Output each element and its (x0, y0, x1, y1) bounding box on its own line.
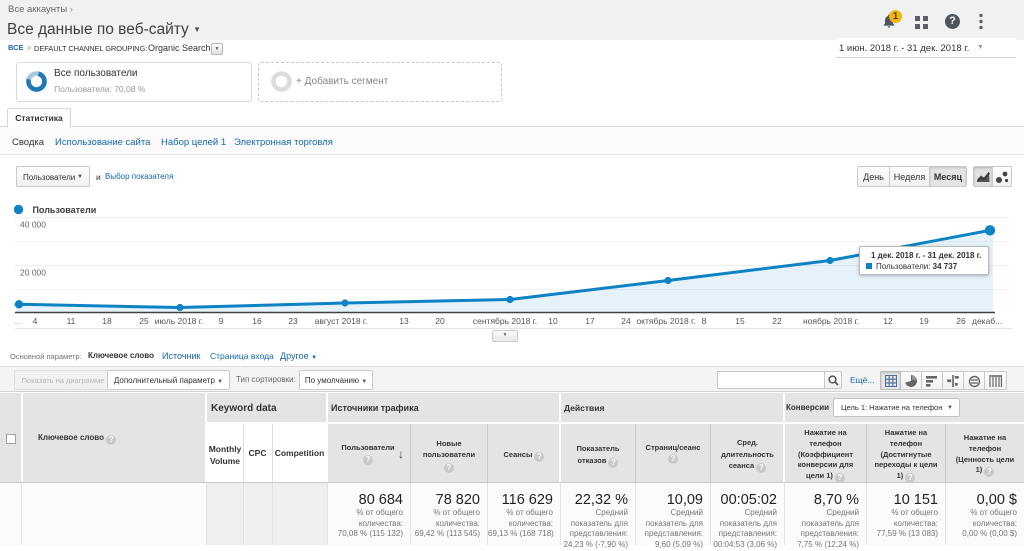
svg-text:октябрь 2018 г.: октябрь 2018 г. (636, 316, 695, 326)
svg-text:23: 23 (288, 316, 298, 326)
svg-text:20 000: 20 000 (20, 268, 46, 278)
svg-text:декаб...: декаб... (972, 316, 1002, 326)
svg-text:сентябрь 2018 г.: сентябрь 2018 г. (473, 316, 537, 326)
svg-text:8: 8 (702, 316, 707, 326)
svg-text:...: ... (14, 316, 21, 326)
svg-text:19: 19 (919, 316, 929, 326)
svg-text:август 2018 г.: август 2018 г. (315, 316, 368, 326)
svg-text:26: 26 (956, 316, 966, 326)
svg-text:18: 18 (102, 316, 112, 326)
svg-text:22: 22 (772, 316, 782, 326)
svg-text:4: 4 (33, 316, 38, 326)
svg-text:ноябрь 2018 г.: ноябрь 2018 г. (803, 316, 859, 326)
svg-text:24: 24 (621, 316, 631, 326)
svg-text:25: 25 (139, 316, 149, 326)
svg-text:13: 13 (399, 316, 409, 326)
svg-text:15: 15 (735, 316, 745, 326)
svg-text:июль 2018 г.: июль 2018 г. (155, 316, 203, 326)
svg-text:16: 16 (252, 316, 262, 326)
svg-text:10: 10 (548, 316, 558, 326)
svg-text:20: 20 (435, 316, 445, 326)
svg-text:12: 12 (883, 316, 893, 326)
svg-text:9: 9 (219, 316, 224, 326)
svg-text:40 000: 40 000 (20, 220, 46, 230)
svg-text:11: 11 (67, 316, 76, 326)
svg-text:17: 17 (585, 316, 595, 326)
